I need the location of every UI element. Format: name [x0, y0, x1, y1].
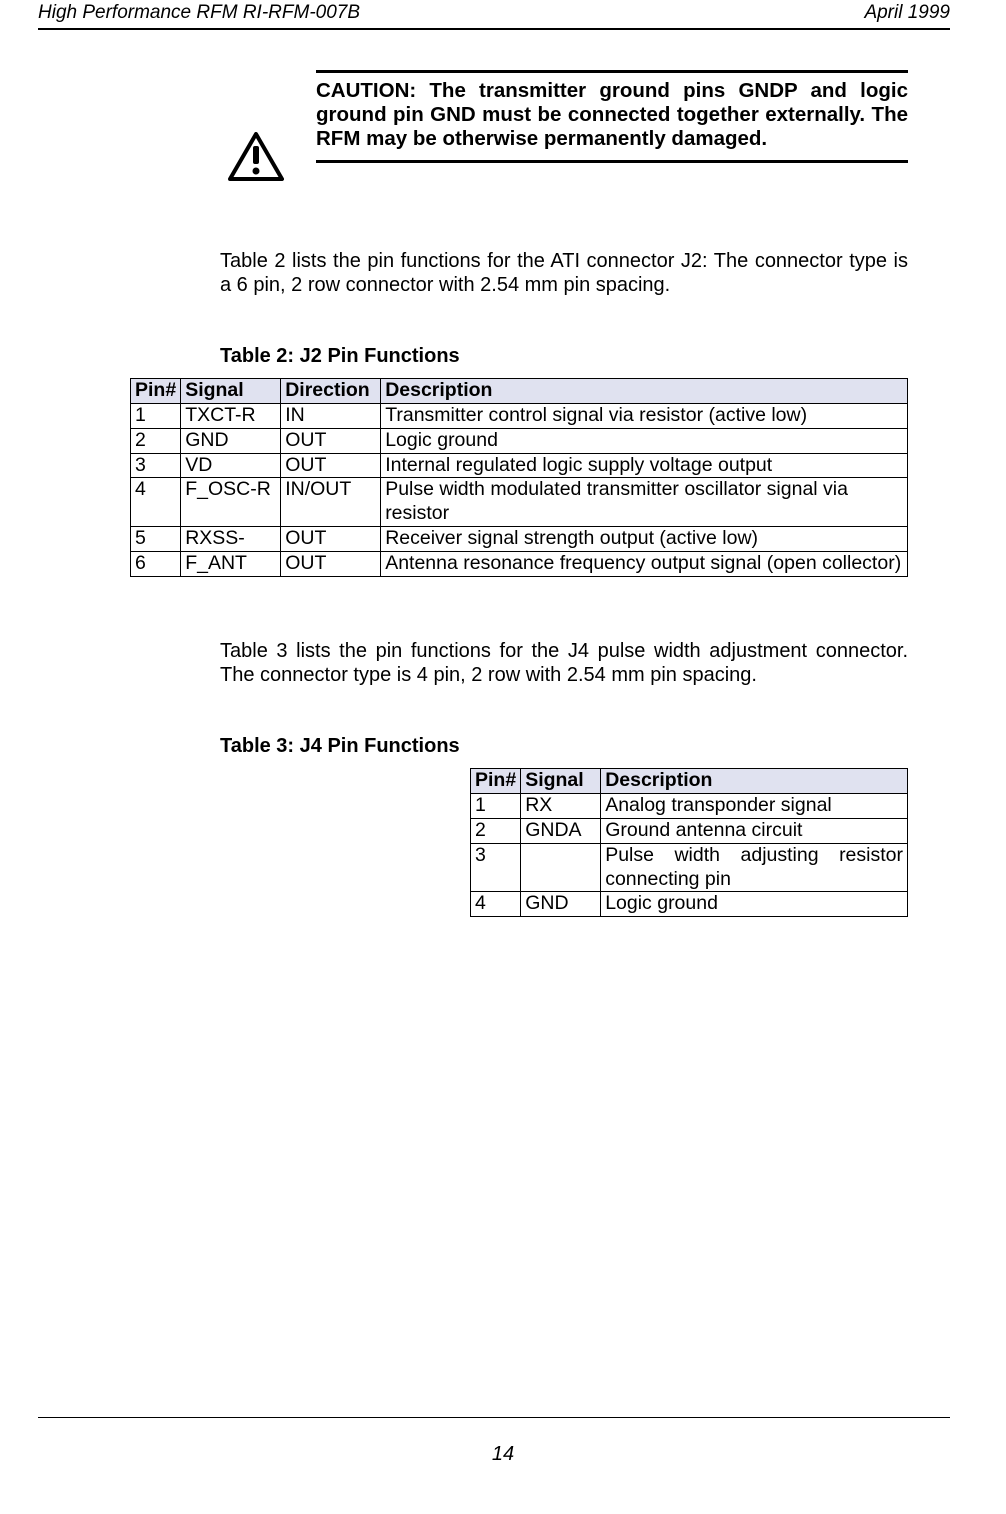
cell-signal: GNDA: [521, 818, 601, 843]
table-row: 3 Pulse width adjusting resistor connect…: [471, 843, 908, 892]
cell-signal: [521, 843, 601, 892]
table-row: 2 GND OUT Logic ground: [131, 428, 908, 453]
caution-box: CAUTION: The transmitter ground pins GND…: [316, 70, 908, 163]
col-signal: Signal: [181, 379, 281, 404]
table-header-row: Pin# Signal Description: [471, 769, 908, 794]
col-description: Description: [381, 379, 908, 404]
cell-pin: 1: [131, 404, 181, 429]
cell-description: Logic ground: [381, 428, 908, 453]
caution-text: CAUTION: The transmitter ground pins GND…: [316, 73, 908, 160]
table-row: 4 GND Logic ground: [471, 892, 908, 917]
cell-pin: 6: [131, 551, 181, 576]
table-row: 1 TXCT-R IN Transmitter control signal v…: [131, 404, 908, 429]
cell-direction: OUT: [281, 551, 381, 576]
table3-wrap: Pin# Signal Description 1 RX Analog tran…: [470, 768, 908, 917]
cell-description: Pulse width modulated transmitter oscill…: [381, 478, 908, 527]
cell-signal: GND: [181, 428, 281, 453]
paragraph-table3-intro: Table 3 lists the pin functions for the …: [220, 639, 908, 688]
cell-signal: VD: [181, 453, 281, 478]
cell-description: Ground antenna circuit: [601, 818, 908, 843]
cell-pin: 5: [131, 527, 181, 552]
header-rule: [38, 28, 950, 30]
page-header: High Performance RFM RI-RFM-007B April 1…: [0, 0, 1006, 24]
cell-pin: 1: [471, 794, 521, 819]
col-description: Description: [601, 769, 908, 794]
cell-pin: 3: [131, 453, 181, 478]
cell-direction: IN/OUT: [281, 478, 381, 527]
caution-section: CAUTION: The transmitter ground pins GND…: [220, 70, 908, 163]
cell-description: Transmitter control signal via resistor …: [381, 404, 908, 429]
cell-signal: TXCT-R: [181, 404, 281, 429]
cell-description: Internal regulated logic supply voltage …: [381, 453, 908, 478]
page-content: CAUTION: The transmitter ground pins GND…: [220, 70, 908, 917]
cell-direction: IN: [281, 404, 381, 429]
footer-rule: [38, 1417, 950, 1418]
cell-pin: 2: [131, 428, 181, 453]
table-row: 6 F_ANT OUT Antenna resonance frequency …: [131, 551, 908, 576]
table-j4-pin-functions: Pin# Signal Description 1 RX Analog tran…: [470, 768, 908, 917]
table-row: 4 F_OSC-R IN/OUT Pulse width modulated t…: [131, 478, 908, 527]
table-row: 1 RX Analog transponder signal: [471, 794, 908, 819]
cell-direction: OUT: [281, 453, 381, 478]
header-left: High Performance RFM RI-RFM-007B: [38, 2, 360, 24]
table-row: 3 VD OUT Internal regulated logic supply…: [131, 453, 908, 478]
cell-pin: 3: [471, 843, 521, 892]
cell-signal: RXSS-: [181, 527, 281, 552]
cell-direction: OUT: [281, 527, 381, 552]
cell-description: Receiver signal strength output (active …: [381, 527, 908, 552]
col-pin: Pin#: [471, 769, 521, 794]
cell-signal: RX: [521, 794, 601, 819]
header-right: April 1999: [864, 2, 950, 24]
cell-direction: OUT: [281, 428, 381, 453]
table-row: 2 GNDA Ground antenna circuit: [471, 818, 908, 843]
table2-wrap: Pin# Signal Direction Description 1 TXCT…: [130, 378, 908, 576]
cell-description: Pulse width adjusting resistor connectin…: [601, 843, 908, 892]
col-direction: Direction: [281, 379, 381, 404]
paragraph-table2-intro: Table 2 lists the pin functions for the …: [220, 249, 908, 298]
cell-description: Analog transponder signal: [601, 794, 908, 819]
cell-description: Logic ground: [601, 892, 908, 917]
cell-signal: F_OSC-R: [181, 478, 281, 527]
cell-description: Antenna resonance frequency output signa…: [381, 551, 908, 576]
cell-pin: 2: [471, 818, 521, 843]
col-signal: Signal: [521, 769, 601, 794]
table-header-row: Pin# Signal Direction Description: [131, 379, 908, 404]
table-row: 5 RXSS- OUT Receiver signal strength out…: [131, 527, 908, 552]
cell-pin: 4: [471, 892, 521, 917]
cell-signal: F_ANT: [181, 551, 281, 576]
cell-signal: GND: [521, 892, 601, 917]
warning-icon: [228, 132, 284, 182]
col-pin: Pin#: [131, 379, 181, 404]
page-number: 14: [0, 1443, 1006, 1466]
table3-caption: Table 3: J4 Pin Functions: [220, 735, 908, 758]
table-j2-pin-functions: Pin# Signal Direction Description 1 TXCT…: [130, 378, 908, 576]
table2-caption: Table 2: J2 Pin Functions: [220, 345, 908, 368]
cell-pin: 4: [131, 478, 181, 527]
